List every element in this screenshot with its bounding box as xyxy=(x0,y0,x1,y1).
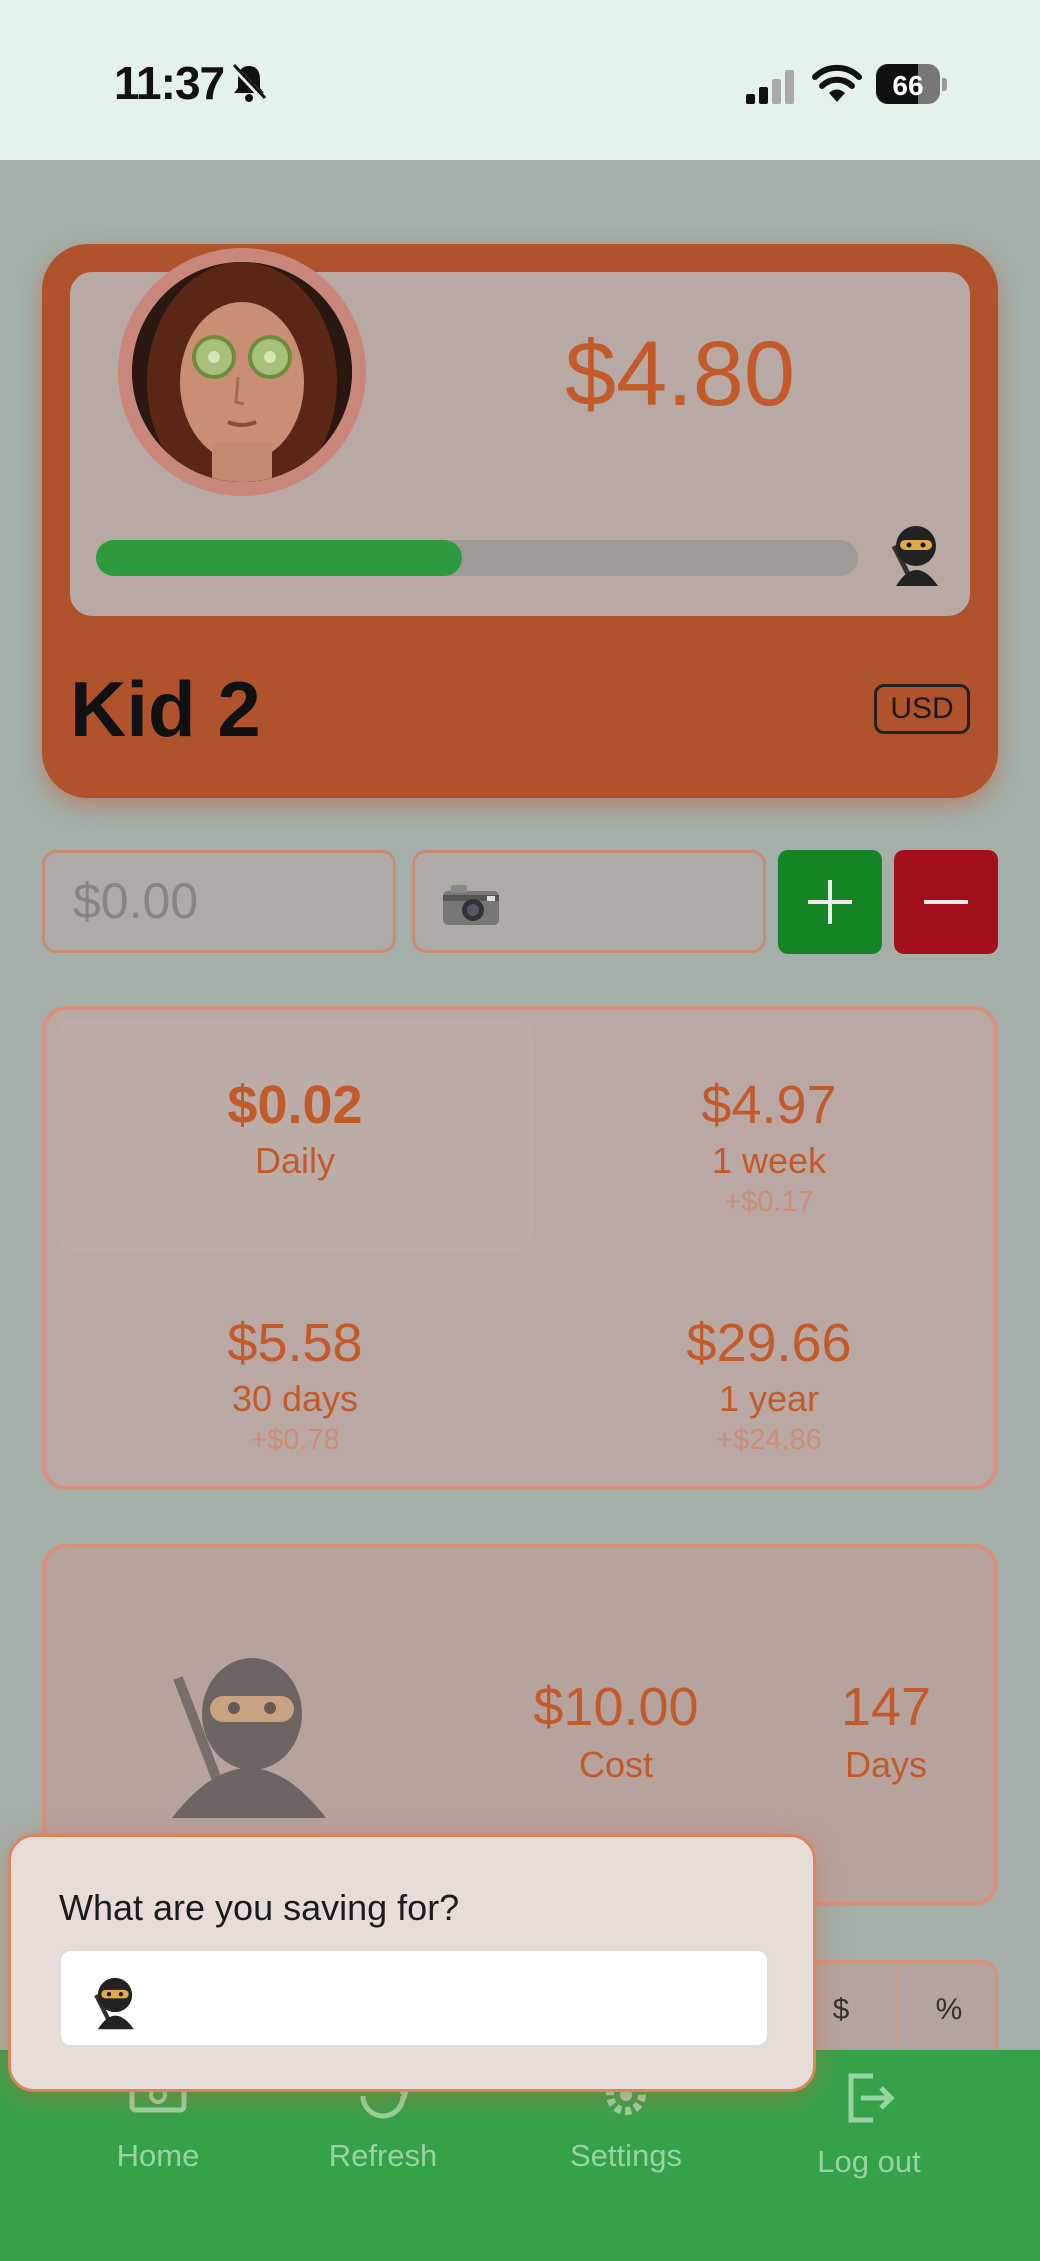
amount-input[interactable]: $0.00 xyxy=(42,850,396,953)
goal-cost-label: Cost xyxy=(578,1744,654,1785)
stat-label: 1 week xyxy=(711,1140,827,1181)
stat-label: 30 days xyxy=(231,1378,359,1419)
minus-icon xyxy=(924,900,968,904)
goal-days-value: 147 xyxy=(840,1677,932,1737)
stat-30-days[interactable]: $5.58 30 days +$0.78 xyxy=(56,1312,534,1457)
goal-progress-bar xyxy=(96,540,858,576)
avatar-ring xyxy=(118,248,366,496)
photo-input[interactable] xyxy=(412,850,766,953)
tab-label: Settings xyxy=(569,2138,682,2173)
kid-balance-panel: $4.80 xyxy=(70,248,970,616)
stat-value: $4.97 xyxy=(701,1075,837,1135)
savings-goal-popover: What are you saving for? xyxy=(8,1834,816,2092)
goal-progress-fill xyxy=(96,540,462,576)
currency-badge[interactable]: USD xyxy=(874,684,970,734)
goal-emoji-input[interactable] xyxy=(59,1949,769,2047)
popover-question: What are you saving for? xyxy=(59,1887,460,1928)
tab-label: Log out xyxy=(817,2144,921,2179)
battery-icon: 66 xyxy=(876,64,948,104)
stat-delta: +$0.78 xyxy=(250,1424,340,1456)
stat-label: 1 year xyxy=(718,1378,820,1419)
status-time: 11:37 xyxy=(114,57,225,109)
bell-slash-icon xyxy=(230,63,268,103)
avatar-photo xyxy=(132,262,352,482)
tab-label: Home xyxy=(116,2138,200,2173)
goal-ninja-icon xyxy=(172,1658,326,1818)
stat-delta: +$0.17 xyxy=(724,1186,814,1218)
interest-stats-card: $0.02 Daily $4.97 1 week +$0.17 $5.58 30… xyxy=(42,1006,998,1490)
kid-name: Kid 2 xyxy=(70,665,261,753)
plus-icon xyxy=(828,880,832,924)
goal-days-label: Days xyxy=(844,1744,928,1785)
stat-year[interactable]: $29.66 1 year +$24.86 xyxy=(530,1312,1008,1457)
balance-amount: $4.80 xyxy=(564,323,796,425)
stat-value: $0.02 xyxy=(227,1075,363,1135)
ninja-icon xyxy=(94,1978,134,2030)
avatar[interactable] xyxy=(132,262,352,482)
battery-level: 66 xyxy=(892,70,924,101)
cellular-signal-icon xyxy=(746,70,794,104)
stat-week[interactable]: $4.97 1 week +$0.17 xyxy=(530,1074,1008,1219)
ninja-icon xyxy=(891,526,938,586)
add-money-button[interactable] xyxy=(778,850,882,954)
toggle-percent[interactable]: % xyxy=(901,1963,997,2057)
subtract-money-button[interactable] xyxy=(894,850,998,954)
stat-label: Daily xyxy=(254,1140,335,1181)
logout-icon xyxy=(848,2073,895,2123)
stat-value: $29.66 xyxy=(686,1313,852,1373)
stat-delta: +$24.86 xyxy=(716,1424,822,1456)
stat-daily[interactable]: $0.02 Daily xyxy=(56,1074,534,1182)
camera-icon xyxy=(443,885,499,925)
goal-cost-value: $10.00 xyxy=(533,1677,699,1737)
status-bar: 11:37 66 xyxy=(0,0,1040,160)
goal-cost: $10.00 Cost xyxy=(486,1676,746,1786)
kid-card[interactable]: $4.80 Kid 2 USD xyxy=(42,244,998,798)
goal-days: 147 Days xyxy=(786,1676,986,1786)
tab-label: Refresh xyxy=(328,2138,438,2173)
wifi-icon xyxy=(812,64,862,102)
stat-value: $5.58 xyxy=(227,1313,363,1373)
